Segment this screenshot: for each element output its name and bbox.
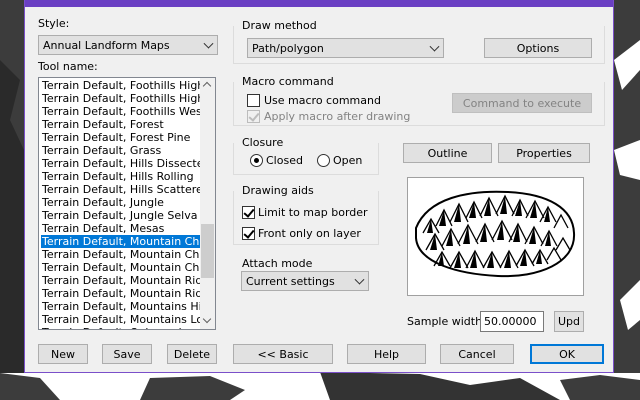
update-button[interactable]: Upd (554, 311, 584, 332)
style-label: Style: (38, 17, 70, 30)
tool-list-scrollbar[interactable] (200, 78, 215, 329)
tool-list-item[interactable]: Terrain Default, Mountains High (41, 300, 201, 313)
tool-list-item[interactable]: Terrain Default, Mountain Ridge E (41, 287, 201, 300)
tool-list-item[interactable]: Terrain Default, Mountain Ridge (41, 274, 201, 287)
tool-list-item[interactable]: Terrain Default, Mountains Low (41, 313, 201, 326)
help-button[interactable]: Help (347, 344, 426, 364)
scroll-up-icon[interactable] (202, 81, 212, 91)
drawing-tools-dialog: Style: Annual Landform Maps Tool name: T… (24, 0, 614, 373)
draw-method-select[interactable]: Path/polygon (247, 38, 444, 58)
tool-list-item[interactable]: Terrain Default, Mountain Chain N (41, 261, 201, 274)
attach-mode-select[interactable]: Current settings (241, 271, 369, 291)
tool-list-item[interactable]: Terrain Default, Foothills High We (41, 92, 201, 105)
sample-preview (407, 177, 584, 296)
front-only-layer-label: Front only on layer (258, 227, 361, 240)
tool-list-item[interactable]: Terrain Default, Forest (41, 118, 201, 131)
properties-button[interactable]: Properties (498, 143, 590, 163)
sample-width-value: 50.00000 (484, 315, 537, 328)
sample-width-input[interactable]: 50.00000 (480, 311, 544, 332)
chevron-down-icon (354, 274, 365, 285)
style-select[interactable]: Annual Landform Maps (38, 35, 218, 55)
tool-name-label: Tool name: (38, 60, 98, 73)
ok-button[interactable]: OK (530, 344, 604, 364)
tool-name-list[interactable]: Terrain Default, Foothills High EaTerrai… (38, 77, 216, 330)
use-macro-checkbox[interactable] (247, 94, 260, 107)
tool-list-item[interactable]: Terrain Default, Mountain Chain E (41, 235, 201, 248)
new-button[interactable]: New (38, 344, 88, 364)
draw-method-select-value: Path/polygon (252, 41, 324, 55)
closed-radio[interactable] (250, 154, 263, 167)
open-radio[interactable] (317, 154, 330, 167)
limit-map-border-checkbox[interactable] (242, 206, 255, 219)
scroll-thumb[interactable] (201, 224, 214, 278)
apply-macro-label: Apply macro after drawing (264, 110, 411, 123)
tool-list-item[interactable]: Terrain Default, Grass (41, 144, 201, 157)
tool-list-item[interactable]: Terrain Default, Jungle Selva (41, 209, 201, 222)
tool-list-item[interactable]: Terrain Default, Forest Pine (41, 131, 201, 144)
basic-button[interactable]: << Basic (233, 344, 333, 364)
attach-mode-label: Attach mode (242, 257, 313, 270)
dialog-titlebar (25, 0, 613, 7)
outline-button[interactable]: Outline (403, 143, 492, 163)
tool-list-item[interactable]: Terrain Default, Foothills High Ea (41, 79, 201, 92)
apply-macro-checkbox[interactable] (247, 110, 260, 123)
tool-list-item[interactable]: Terrain Default, Mesas (41, 222, 201, 235)
style-select-value: Annual Landform Maps (43, 38, 170, 52)
open-label: Open (333, 154, 363, 167)
delete-button[interactable]: Delete (167, 344, 217, 364)
tool-list-item[interactable]: Terrain Default, Hills Scattered (41, 183, 201, 196)
tool-list-item[interactable]: Terrain Default, Oaks and... (41, 326, 201, 329)
front-only-layer-checkbox[interactable] (242, 227, 255, 240)
tool-list-item[interactable]: Terrain Default, Foothills West Fa (41, 105, 201, 118)
cancel-button[interactable]: Cancel (440, 344, 514, 364)
limit-map-border-label: Limit to map border (258, 206, 368, 219)
command-to-execute-button[interactable]: Command to execute (452, 93, 592, 113)
tool-list-item[interactable]: Terrain Default, Jungle (41, 196, 201, 209)
tool-list-item[interactable]: Terrain Default, Hills Dissected (41, 157, 201, 170)
tool-list-item[interactable]: Terrain Default, Hills Rolling (41, 170, 201, 183)
tool-list-item[interactable]: Terrain Default, Mountain Chain E (41, 248, 201, 261)
sample-width-label: Sample width: (407, 315, 486, 328)
mountain-sample-image (415, 190, 576, 278)
chevron-down-icon (429, 41, 440, 52)
scroll-down-icon[interactable] (202, 314, 212, 324)
attach-mode-select-value: Current settings (246, 274, 335, 288)
save-button[interactable]: Save (102, 344, 152, 364)
options-button[interactable]: Options (484, 38, 592, 58)
use-macro-label: Use macro command (264, 94, 381, 107)
closed-label: Closed (266, 154, 303, 167)
chevron-down-icon (203, 38, 214, 49)
